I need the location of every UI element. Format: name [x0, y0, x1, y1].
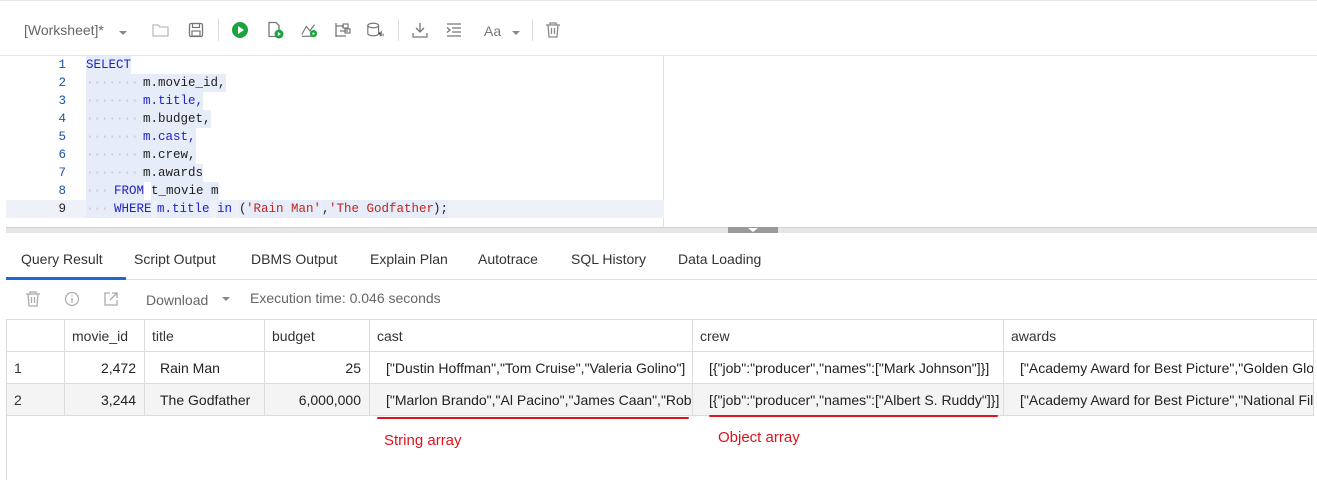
line-number: 4: [58, 112, 66, 126]
autotrace-icon[interactable]: [333, 21, 351, 39]
editor-line: 5 ······· m.cast,: [6, 128, 664, 146]
chevron-down-icon[interactable]: [118, 24, 128, 42]
execution-time: Execution time: 0.046 seconds: [250, 290, 441, 306]
code-keyword: WHERE: [114, 200, 152, 218]
code-text: m.budget,: [143, 110, 211, 128]
explain-plan-icon[interactable]: [300, 21, 318, 39]
column-header-budget[interactable]: budget: [265, 320, 370, 352]
toolbar-divider: [532, 19, 533, 41]
table-cell-title[interactable]: Rain Man: [145, 352, 265, 384]
collapse-arrow-icon[interactable]: [748, 228, 758, 232]
worksheet-tab-label[interactable]: [Worksheet]*: [24, 22, 104, 38]
database-icon[interactable]: [366, 21, 384, 39]
column-header-crew[interactable]: crew: [693, 320, 1004, 352]
chevron-down-icon[interactable]: [511, 24, 521, 42]
code-keyword: SELECT: [86, 56, 132, 74]
table-cell-crew[interactable]: [{"job":"producer","names":["Mark Johnso…: [693, 352, 1004, 384]
download-menu[interactable]: Download: [146, 292, 208, 308]
editor-line: 6 ······· m.crew,: [6, 146, 664, 164]
line-number: 5: [58, 130, 66, 144]
editor-line: 1 SELECT: [6, 56, 664, 74]
line-number: 2: [58, 76, 66, 90]
result-toolbar: Download Execution time: 0.046 seconds: [6, 280, 1317, 318]
table-cell-title[interactable]: The Godfather: [145, 384, 265, 416]
code-text: t_movie m: [151, 182, 219, 200]
info-icon[interactable]: [63, 290, 81, 308]
code-text: m.movie_id,: [143, 74, 226, 92]
worksheet-toolbar: [Worksheet]* Aa: [0, 0, 1317, 56]
run-statement-icon[interactable]: [231, 21, 249, 39]
code-text: m.cast,: [143, 128, 196, 146]
table-cell-cast[interactable]: ["Dustin Hoffman","Tom Cruise","Valeria …: [370, 352, 693, 384]
line-number: 3: [58, 94, 66, 108]
string-array-underline: [377, 417, 689, 419]
object-array-annotation: Object array: [718, 429, 800, 446]
table-cell-budget[interactable]: 25: [265, 352, 370, 384]
trash-icon[interactable]: [24, 290, 42, 308]
line-number: 1: [58, 58, 66, 72]
code-text: );: [433, 200, 449, 218]
row-number[interactable]: 1: [7, 352, 65, 384]
open-icon[interactable]: [152, 21, 170, 39]
editor-line: 7 ······· m.awards: [6, 164, 664, 182]
result-grid: movie_id title budget cast crew awards 1…: [6, 319, 1317, 480]
tab-autotrace[interactable]: Autotrace: [478, 251, 538, 267]
font-case-label[interactable]: Aa: [484, 23, 501, 39]
tab-script-output[interactable]: Script Output: [134, 251, 216, 267]
line-number: 7: [58, 166, 66, 180]
tab-sql-history[interactable]: SQL History: [571, 251, 646, 267]
editor-line: 2 ······· m.movie_id,: [6, 74, 664, 92]
toolbar-divider: [398, 19, 399, 41]
table-cell-awards[interactable]: ["Academy Award for Best Picture","Golde…: [1004, 352, 1314, 384]
code-text: m.title,: [143, 92, 204, 110]
column-header-cast[interactable]: cast: [370, 320, 693, 352]
column-header-movie-id[interactable]: movie_id: [65, 320, 145, 352]
table-cell-awards[interactable]: ["Academy Award for Best Picture","Natio…: [1004, 384, 1314, 416]
code-text: m.awards: [143, 164, 204, 182]
string-array-annotation: String array: [384, 432, 462, 449]
sql-editor[interactable]: 1 SELECT 2 ······· m.movie_id, 3 ·······…: [6, 56, 664, 227]
trash-icon[interactable]: [544, 21, 562, 39]
chevron-down-icon[interactable]: [217, 290, 235, 308]
tab-query-result[interactable]: Query Result: [21, 251, 103, 267]
code-keyword: in: [217, 200, 233, 218]
editor-line: 8 ··· FROM t_movie m: [6, 182, 664, 200]
line-number: 9: [58, 202, 66, 216]
code-text: m.crew,: [143, 146, 196, 164]
code-string: 'Rain Man': [246, 200, 322, 218]
download-icon[interactable]: [411, 21, 429, 39]
format-icon[interactable]: [445, 21, 463, 39]
code-string: 'The Godfather': [329, 200, 442, 218]
run-script-icon[interactable]: [266, 21, 284, 39]
output-tabs: Query Result Script Output DBMS Output E…: [6, 240, 1317, 280]
table-cell-budget[interactable]: 6,000,000: [265, 384, 370, 416]
tab-data-loading[interactable]: Data Loading: [678, 251, 761, 267]
column-header-awards[interactable]: awards: [1004, 320, 1314, 352]
table-cell-movie-id[interactable]: 2,472: [65, 352, 145, 384]
tab-dbms-output[interactable]: DBMS Output: [251, 251, 337, 267]
column-header-title[interactable]: title: [145, 320, 265, 352]
editor-line: 3 ······· m.title,: [6, 92, 664, 110]
code-keyword: FROM: [114, 182, 145, 200]
object-array-underline: [709, 415, 998, 417]
line-number: 6: [58, 148, 66, 162]
open-in-new-icon[interactable]: [102, 290, 120, 308]
toolbar-divider: [218, 19, 219, 41]
table-cell-movie-id[interactable]: 3,244: [65, 384, 145, 416]
table-cell-crew[interactable]: [{"job":"producer","names":["Albert S. R…: [693, 384, 1004, 416]
table-cell-cast[interactable]: ["Marlon Brando","Al Pacino","James Caan…: [370, 384, 693, 416]
save-icon[interactable]: [187, 21, 205, 39]
row-number-header: [7, 320, 65, 352]
tab-explain-plan[interactable]: Explain Plan: [370, 251, 448, 267]
row-number[interactable]: 2: [7, 384, 65, 416]
editor-line: 4 ······· m.budget,: [6, 110, 664, 128]
line-number: 8: [58, 184, 66, 198]
editor-line-current: 9 ··· WHERE m.title in ( 'Rain Man' , 'T…: [6, 200, 664, 218]
code-text: m.title: [157, 200, 210, 218]
pane-splitter[interactable]: [6, 227, 1317, 233]
